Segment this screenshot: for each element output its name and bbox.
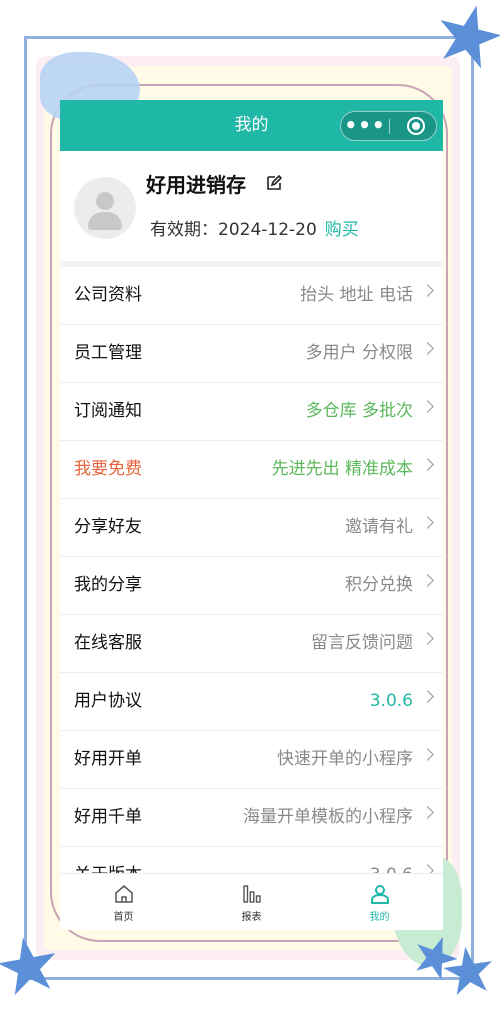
- user-icon: [371, 885, 389, 904]
- menu-item-value: 积分兑换: [345, 575, 413, 595]
- menu-item-value: 邀请有礼: [345, 517, 413, 537]
- menu-item-value: 先进先出 精准成本: [271, 459, 413, 479]
- menu-item-subscribe[interactable]: 订阅通知 多仓库 多批次: [60, 383, 443, 441]
- menu-item-label: 我要免费: [74, 459, 142, 479]
- menu-item-free[interactable]: 我要免费 先进先出 精准成本: [60, 441, 443, 499]
- navigation-bar: 我的 •••: [60, 100, 443, 151]
- menu-item-label: 在线客服: [74, 633, 142, 653]
- edit-icon[interactable]: [266, 175, 282, 191]
- menu-item-user-agreement[interactable]: 用户协议 3.0.6: [60, 673, 443, 731]
- chevron-right-icon: [421, 400, 434, 413]
- menu-item-value: 快速开单的小程序: [277, 749, 413, 769]
- chevron-right-icon: [421, 516, 434, 529]
- tab-report[interactable]: 报表: [188, 874, 315, 930]
- menu-item-label: 我的分享: [74, 575, 142, 595]
- menu-item-value: 3.0.6: [369, 691, 413, 711]
- more-dots-icon[interactable]: •••: [341, 112, 389, 140]
- chevron-right-icon: [421, 632, 434, 645]
- menu-list: 公司资料 抬头 地址 电话 员工管理 多用户 分权限 订阅通知 多仓库 多批次 …: [60, 267, 443, 905]
- validity-text: 有效期：2024-12-20 购买: [150, 220, 359, 240]
- star-icon: ★: [435, 931, 500, 1013]
- tab-label: 首页: [113, 912, 134, 923]
- tab-label: 报表: [241, 912, 262, 923]
- mini-program-window: 我的 ••• 好用进销存 有效期：2024-12-20 购买 公司资料 抬头 地址…: [60, 100, 443, 930]
- menu-item-share-friends[interactable]: 分享好友 邀请有礼: [60, 499, 443, 557]
- capsule-divider: [389, 119, 390, 134]
- menu-item-value: 抬头 地址 电话: [300, 285, 413, 305]
- chevron-right-icon: [421, 284, 434, 297]
- chevron-right-icon: [421, 748, 434, 761]
- capsule-menu: •••: [340, 111, 437, 141]
- chevron-right-icon: [421, 574, 434, 587]
- home-icon: [115, 885, 133, 903]
- tab-bar: 首页 报表 我的: [60, 873, 443, 930]
- tab-mine[interactable]: 我的: [316, 874, 443, 930]
- menu-item-my-share[interactable]: 我的分享 积分兑换: [60, 557, 443, 615]
- bar-chart-icon: [243, 885, 261, 903]
- menu-item-label: 公司资料: [74, 285, 142, 305]
- menu-item-company-info[interactable]: 公司资料 抬头 地址 电话: [60, 267, 443, 325]
- menu-item-value: 多用户 分权限: [305, 343, 413, 363]
- menu-item-value: 留言反馈问题: [311, 633, 413, 653]
- menu-item-label: 好用开单: [74, 749, 142, 769]
- star-icon: ★: [421, 0, 500, 92]
- chevron-right-icon: [421, 458, 434, 471]
- chevron-right-icon: [421, 342, 434, 355]
- menu-item-staff[interactable]: 员工管理 多用户 分权限: [60, 325, 443, 383]
- chevron-right-icon: [421, 690, 434, 703]
- menu-item-label: 分享好友: [74, 517, 142, 537]
- menu-item-value: 海量开单模板的小程序: [243, 807, 413, 827]
- menu-item-value: 多仓库 多批次: [305, 401, 413, 421]
- menu-item-label: 好用千单: [74, 807, 142, 827]
- avatar[interactable]: [74, 177, 136, 239]
- chevron-right-icon: [421, 806, 434, 819]
- menu-item-label: 员工管理: [74, 343, 142, 363]
- buy-link[interactable]: 购买: [325, 220, 359, 240]
- profile-card: 好用进销存 有效期：2024-12-20 购买: [60, 151, 443, 267]
- target-circle-icon[interactable]: [407, 117, 425, 135]
- menu-item-haoyong-qiandan[interactable]: 好用千单 海量开单模板的小程序: [60, 789, 443, 847]
- tab-home[interactable]: 首页: [60, 874, 187, 930]
- menu-item-label: 订阅通知: [74, 401, 142, 421]
- tab-label: 我的: [369, 912, 390, 923]
- company-name: 好用进销存: [146, 173, 246, 197]
- menu-item-haoyong-kaidan[interactable]: 好用开单 快速开单的小程序: [60, 731, 443, 789]
- menu-item-customer-service[interactable]: 在线客服 留言反馈问题: [60, 615, 443, 673]
- menu-item-label: 用户协议: [74, 691, 142, 711]
